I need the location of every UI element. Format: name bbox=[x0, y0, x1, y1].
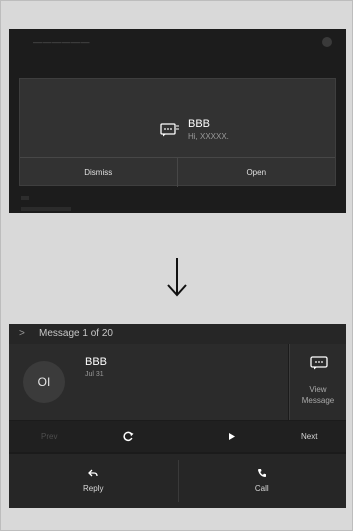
view-message-button[interactable]: View Message bbox=[289, 344, 346, 420]
contact-panel: OI BBB Jul 31 bbox=[9, 344, 288, 420]
view-message-label: View Message bbox=[290, 384, 346, 406]
background-text-blurred bbox=[21, 207, 71, 211]
view-message-label-line2: Message bbox=[301, 396, 335, 405]
status-text-blurred: ―――――― bbox=[33, 38, 90, 48]
action-bar: Reply Call bbox=[9, 454, 346, 508]
reply-icon bbox=[88, 469, 98, 477]
notification-sender: BBB bbox=[188, 118, 211, 130]
message-bubble-icon bbox=[160, 123, 179, 137]
repeat-icon[interactable] bbox=[121, 421, 135, 452]
playback-controls: Prev Next bbox=[9, 421, 346, 452]
notification-actions: Dismiss Open bbox=[20, 157, 335, 187]
message-counter: Message 1 of 20 bbox=[39, 328, 113, 339]
view-message-label-line1: View bbox=[309, 385, 327, 394]
message-screen: > Message 1 of 20 OI BBB Jul 31 View Mes… bbox=[9, 324, 346, 508]
prev-button[interactable]: Prev bbox=[41, 421, 57, 452]
reply-button[interactable]: Reply bbox=[9, 454, 178, 508]
play-icon[interactable] bbox=[227, 421, 237, 452]
phone-icon bbox=[257, 469, 266, 477]
chevron-right-icon[interactable]: > bbox=[19, 328, 25, 339]
call-label: Call bbox=[254, 484, 269, 493]
message-header: > Message 1 of 20 bbox=[9, 324, 346, 344]
status-bar: ―――――― bbox=[9, 29, 346, 57]
reply-label: Reply bbox=[83, 484, 104, 493]
call-button[interactable]: Call bbox=[178, 454, 347, 508]
notification-screen: ―――――― BBB Hi, XXXXX. Dismiss Open bbox=[9, 29, 346, 213]
background-text-blurred bbox=[21, 196, 29, 200]
next-button[interactable]: Next bbox=[301, 421, 317, 452]
open-button[interactable]: Open bbox=[178, 157, 336, 187]
message-date: Jul 31 bbox=[85, 371, 104, 378]
illustration-frame: ―――――― BBB Hi, XXXXX. Dismiss Open > Mes… bbox=[0, 0, 353, 531]
message-notification: BBB Hi, XXXXX. Dismiss Open bbox=[19, 78, 336, 187]
avatar: OI bbox=[23, 361, 65, 403]
message-bubble-icon bbox=[310, 356, 328, 370]
status-icon bbox=[322, 37, 332, 47]
notification-header[interactable]: BBB Hi, XXXXX. bbox=[20, 79, 335, 158]
notification-preview: Hi, XXXXX. bbox=[188, 132, 229, 141]
contact-name: BBB bbox=[85, 356, 108, 368]
dismiss-button[interactable]: Dismiss bbox=[20, 157, 178, 187]
down-arrow-icon bbox=[167, 258, 187, 297]
